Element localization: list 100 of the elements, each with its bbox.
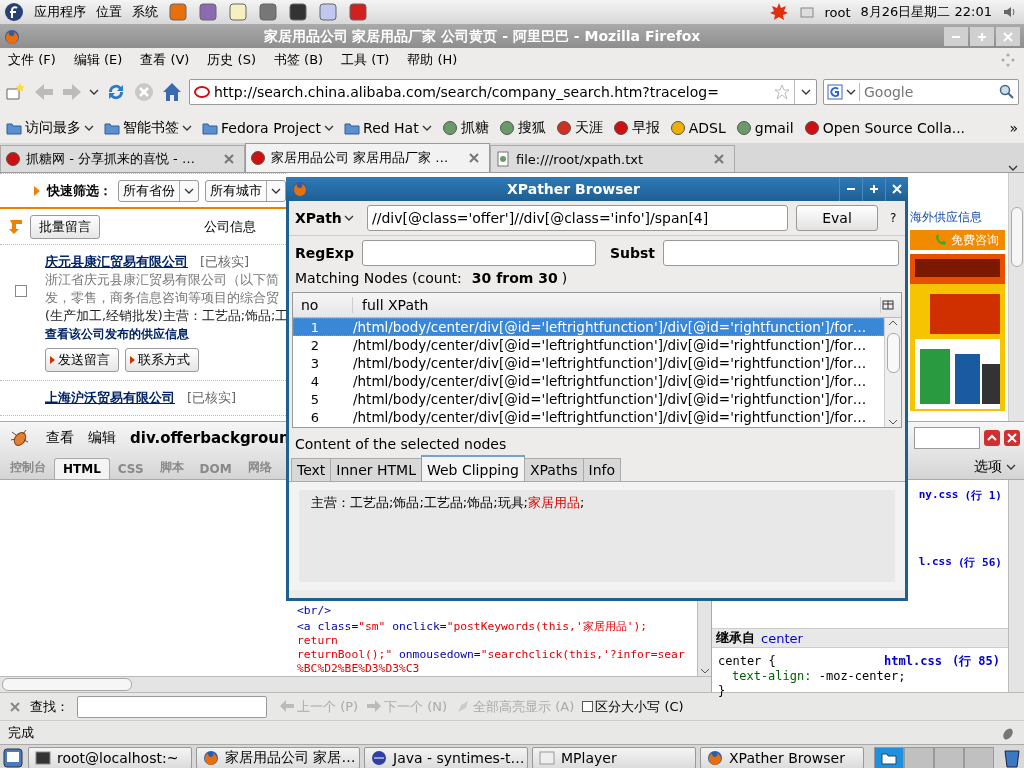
bookmark-folder[interactable]: Red Hat (344, 120, 432, 136)
match-case-checkbox[interactable]: 区分大小写 (C) (582, 697, 684, 716)
launcher-icon[interactable] (348, 2, 368, 22)
xpath-field[interactable]: //div[@class='offer']//div[@class='info']/span[4] (367, 205, 788, 231)
caret-icon (846, 88, 856, 96)
result-row[interactable]: 3 /html/body/center/div[@id='leftrightfunction']/div[@id='rightfunction']/for… (293, 354, 884, 372)
firebug-menu[interactable]: 编辑 (88, 429, 116, 447)
content-tab[interactable]: Inner HTML (330, 458, 422, 481)
content-tab[interactable]: XPaths (523, 458, 584, 481)
home-icon[interactable] (161, 81, 183, 103)
content-tab[interactable]: Text (291, 458, 332, 481)
find-field[interactable] (77, 695, 267, 718)
show-desktop-icon[interactable] (2, 747, 24, 768)
select-box[interactable]: 所有城市 (205, 179, 286, 202)
result-row[interactable]: 2 /html/body/center/div[@id='leftrightfunction']/div[@id='rightfunction']/for… (293, 336, 884, 354)
tab-close-icon[interactable] (467, 151, 481, 165)
taskbar-button[interactable]: MPlayer (532, 747, 696, 768)
trash-icon[interactable] (1002, 747, 1022, 768)
result-row[interactable]: 4 /html/body/center/div[@id='leftrightfunction']/div[@id='rightfunction']/for… (293, 372, 884, 390)
tab-close-icon[interactable] (712, 152, 726, 166)
taskbar-button[interactable]: Java - syntimes-t… (364, 747, 528, 768)
alert-icon[interactable] (768, 2, 789, 22)
search-engine-icon[interactable] (827, 84, 843, 100)
tab-close-icon[interactable] (222, 152, 236, 166)
stylesheet-link[interactable]: ny.css (918, 488, 959, 503)
checkbox[interactable] (15, 285, 27, 297)
url-field[interactable]: http://search.china.alibaba.com/search/company_search.htm?tracelog= (189, 79, 817, 105)
supply-link[interactable]: 查看该公司发布的供应信息 (45, 326, 286, 343)
bookmark-link[interactable]: ADSL (669, 120, 726, 136)
fedora-logo-icon[interactable] (4, 2, 24, 22)
launcher-icon[interactable] (288, 2, 308, 22)
panel-menu[interactable]: 应用程序 (34, 3, 86, 21)
close-button[interactable] (1004, 430, 1020, 446)
taskbar-button[interactable]: XPather Browser (700, 747, 864, 768)
breadcrumb[interactable]: div.offerbackgroun (130, 429, 290, 447)
caret-icon (324, 124, 335, 132)
action-button[interactable]: 发送留言 (45, 348, 119, 372)
result-row[interactable]: 6 /html/body/center/div[@id='leftrightfunction']/div[@id='rightfunction']/for… (293, 408, 884, 426)
panel-menu[interactable]: 位置 (96, 3, 122, 21)
options-menu[interactable]: 选项 (974, 457, 1016, 476)
scrollbar[interactable] (1008, 480, 1024, 692)
minimize-button[interactable] (984, 430, 1000, 446)
bookmark-link[interactable]: 搜狐 (498, 119, 546, 137)
close-icon[interactable] (8, 699, 22, 714)
content-tab[interactable]: Web Clipping (421, 455, 525, 481)
browser-tab[interactable]: 抓糖网 - 分享抓来的喜悦 - … (0, 145, 245, 172)
volume-icon[interactable] (1002, 4, 1018, 20)
clock[interactable]: 8月26日星期二 22:01 (860, 3, 992, 21)
batch-message-button[interactable]: 批量留言 (30, 214, 100, 239)
result-row[interactable]: 1 /html/body/center/div[@id='leftrightfunction']/div[@id='rightfunction']/for… (293, 318, 884, 336)
browser-tab[interactable]: 家居用品公司 家居用品厂家 … (245, 143, 490, 172)
scrollbar[interactable] (1008, 173, 1024, 421)
menu-item[interactable]: 文件 (F) (8, 50, 56, 69)
bookmark-link[interactable]: 早报 (612, 119, 660, 137)
content-tab[interactable]: Info (582, 458, 622, 481)
search-box[interactable]: Google (823, 79, 1019, 105)
element-link[interactable]: center (761, 630, 803, 646)
stylesheet-link[interactable]: l.css (918, 555, 952, 570)
bookmark-link[interactable]: 抓糖 (441, 119, 489, 137)
action-button[interactable]: 联系方式 (125, 348, 199, 372)
select-box[interactable]: 所有省份 (118, 179, 199, 202)
menu-item[interactable]: 历史 (S) (207, 50, 256, 69)
bookmark-link[interactable]: 天涯 (555, 119, 603, 137)
firebug-menu[interactable]: 查看 (46, 429, 74, 447)
overflow-chevron[interactable]: » (1009, 120, 1018, 136)
menu-item[interactable]: 书签 (B) (273, 50, 324, 69)
subst-field[interactable] (663, 240, 899, 266)
overseas-link[interactable]: 海外供应信息 (910, 209, 1008, 226)
menu-item[interactable]: 工具 (T) (341, 50, 390, 69)
search-field[interactable] (914, 427, 980, 449)
result-row[interactable]: 5 /html/body/center/div[@id='leftrightfunction']/div[@id='rightfunction']/for… (293, 390, 884, 408)
menu-item[interactable]: 查看 (V) (140, 50, 190, 69)
help-link[interactable]: ? (890, 211, 897, 225)
workspace-switcher[interactable] (874, 747, 994, 768)
bookmark-folder[interactable]: 智能书签 (104, 119, 192, 137)
browser-tab[interactable]: file:///root/xpath.txt (490, 145, 735, 172)
menu-item[interactable]: 帮助 (H) (407, 50, 458, 69)
taskbar-button[interactable]: root@localhost:~ (28, 747, 192, 768)
bookmark-link[interactable]: gmail (735, 120, 794, 136)
panel-tab[interactable]: HTML (54, 458, 110, 479)
column-header[interactable]: no (293, 297, 353, 313)
regexp-field[interactable] (361, 240, 596, 266)
eval-button[interactable]: Eval (796, 205, 878, 231)
xpath-menu[interactable]: XPath (295, 210, 359, 226)
network-icon[interactable] (798, 4, 815, 20)
stylesheet-link[interactable]: html.css (884, 654, 942, 669)
panel-menu[interactable]: 系统 (132, 3, 158, 21)
dropdown-caret-icon (800, 88, 811, 96)
company-link[interactable]: 上海沪沃贸易有限公司 (45, 390, 175, 405)
menu-item[interactable]: 编辑 (E) (73, 50, 123, 69)
scrollbar[interactable] (0, 676, 711, 692)
browser-icon (4, 28, 20, 45)
scrollbar[interactable] (884, 318, 901, 427)
bookmark-folder[interactable]: 访问最多 (6, 119, 94, 137)
company-link[interactable]: 庆元县康汇贸易有限公司 (45, 254, 188, 269)
column-header[interactable]: full XPath (354, 297, 881, 313)
bookmark-link[interactable]: Open Source Colla... (803, 120, 966, 136)
bookmark-page-icon[interactable] (5, 81, 27, 103)
taskbar-button[interactable]: 家居用品公司 家居… (196, 747, 360, 768)
bookmark-folder[interactable]: Fedora Project (202, 120, 335, 136)
